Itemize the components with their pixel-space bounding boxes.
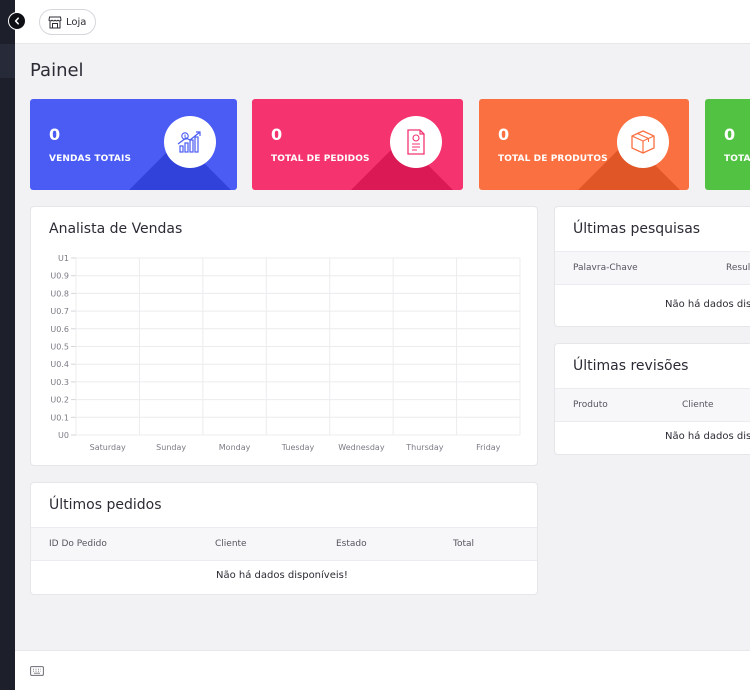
table-header: Produto Cliente <box>555 388 750 422</box>
y-tick-label: U0.4 <box>50 360 69 369</box>
collapse-sidebar-button[interactable] <box>8 12 26 30</box>
sidebar-active-item[interactable] <box>0 44 15 78</box>
column-header-results[interactable]: Resul <box>726 263 750 273</box>
column-header-order-id[interactable]: ID Do Pedido <box>49 539 107 549</box>
empty-state: Não há dados dis <box>665 299 750 310</box>
y-tick-label: U0.8 <box>50 289 69 298</box>
column-header-customer[interactable]: Cliente <box>215 539 247 549</box>
topbar: Loja <box>15 0 750 44</box>
y-tick-label: U0.1 <box>50 413 69 422</box>
stat-label: TOTAL DE PEDIDOS <box>271 154 370 164</box>
x-tick-label: Sunday <box>156 443 186 452</box>
y-tick-label: U0.2 <box>50 396 69 405</box>
box-icon <box>617 116 669 168</box>
stat-label: TOTAL DE PRODUTOS <box>498 154 608 164</box>
store-label: Loja <box>66 16 87 28</box>
table-header: ID Do Pedido Cliente Estado Total <box>31 527 537 561</box>
store-icon <box>48 16 62 28</box>
sidebar <box>0 0 15 690</box>
empty-state: Não há dados disponíveis! <box>216 570 348 581</box>
stat-count: 0 <box>271 125 283 144</box>
y-tick-label: U0 <box>58 431 69 440</box>
recent-orders-card: Últimos pedidos ID Do Pedido Cliente Est… <box>30 482 538 595</box>
stat-count: 0 <box>724 125 736 144</box>
x-tick-label: Monday <box>219 443 251 452</box>
footer <box>15 650 750 690</box>
recent-searches-card: Últimas pesquisas Palavra-Chave Resul Nã… <box>554 206 750 327</box>
x-tick-label: Saturday <box>90 443 126 452</box>
x-tick-label: Tuesday <box>281 443 315 452</box>
stat-label: VENDAS TOTAIS <box>49 154 132 164</box>
column-header-status[interactable]: Estado <box>336 539 367 549</box>
keyboard-icon[interactable] <box>30 666 44 676</box>
y-tick-label: U0.7 <box>50 307 69 316</box>
store-button[interactable]: Loja <box>39 9 97 35</box>
y-tick-label: U0.3 <box>50 378 69 387</box>
page-title: Painel <box>30 60 84 81</box>
stat-card-total-products[interactable]: 0 TOTAL DE PRODUTOS <box>479 99 689 190</box>
sales-chart-card: Analista de Vendas U1 U0.9 U0.8 U0.7 U0.6 U0.… <box>30 206 538 466</box>
recent-searches-title: Últimas pesquisas <box>573 221 701 237</box>
recent-reviews-card: Últimas revisões Produto Cliente Não há … <box>554 343 750 455</box>
sales-chart: U1 U0.9 U0.8 U0.7 U0.6 U0.5 U0.4 U0.3 U0.2 U0.1 U0… <box>50 254 521 452</box>
stat-count: 0 <box>498 125 510 144</box>
stat-card-total-customers[interactable]: 0 TOTA <box>705 99 750 190</box>
stat-count: 0 <box>49 125 61 144</box>
column-header-total[interactable]: Total <box>453 539 474 549</box>
chevron-left-icon <box>14 17 19 25</box>
table-header: Palavra-Chave Resul <box>555 251 750 285</box>
empty-state: Não há dados dis <box>665 431 750 442</box>
stat-card-total-sales[interactable]: 0 VENDAS TOTAIS <box>30 99 237 190</box>
x-tick-label: Thursday <box>405 443 443 452</box>
y-tick-label: U0.5 <box>50 343 69 352</box>
column-header-keyword[interactable]: Palavra-Chave <box>573 263 638 273</box>
recent-reviews-title: Últimas revisões <box>573 358 689 374</box>
stat-card-total-orders[interactable]: 0 TOTAL DE PEDIDOS <box>252 99 463 190</box>
column-header-customer[interactable]: Cliente <box>682 400 714 410</box>
y-tick-label: U1 <box>58 254 69 263</box>
y-tick-label: U0.9 <box>50 272 69 281</box>
x-tick-label: Friday <box>476 443 501 452</box>
invoice-icon <box>390 116 442 168</box>
column-header-product[interactable]: Produto <box>573 400 608 410</box>
stat-label: TOTA <box>724 154 750 164</box>
recent-orders-title: Últimos pedidos <box>49 497 162 513</box>
y-tick-label: U0.6 <box>50 325 69 334</box>
x-tick-label: Wednesday <box>338 443 385 452</box>
chart-growth-icon <box>164 116 216 168</box>
